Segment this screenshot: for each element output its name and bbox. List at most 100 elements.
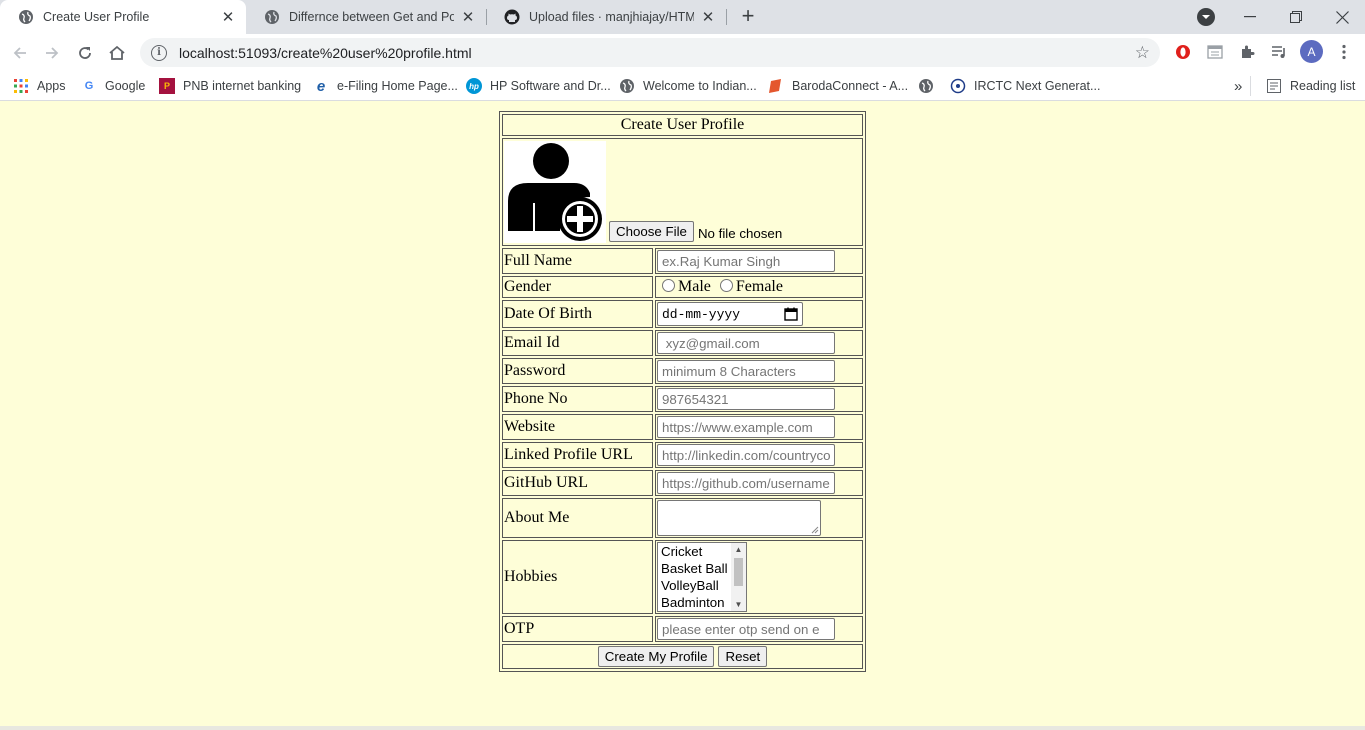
page-bottom-edge	[0, 726, 1365, 730]
bookmark-efiling[interactable]: e e-Filing Home Page...	[313, 76, 458, 96]
address-bar[interactable]: i localhost:51093/create%20user%20profil…	[140, 38, 1160, 67]
github-input[interactable]	[657, 472, 835, 494]
tab-title: Differnce between Get and Post f	[289, 10, 454, 24]
tab-search-button[interactable]	[1197, 8, 1215, 26]
new-tab-button[interactable]: +	[737, 5, 759, 27]
about-me-label: About Me	[502, 498, 653, 538]
email-input[interactable]	[657, 332, 835, 354]
page-content: Create User Profile Choose File No file …	[0, 102, 1365, 730]
bookmark-label: Google	[105, 79, 146, 93]
create-profile-button[interactable]: Create My Profile	[597, 646, 715, 667]
globe-icon	[619, 78, 635, 94]
bookmark-baroda[interactable]: BarodaConnect - A...	[768, 76, 908, 96]
ie-icon: e	[316, 77, 326, 95]
hobbies-listbox[interactable]: Cricket Basket Ball VolleyBall Badminton…	[657, 542, 747, 612]
restore-button[interactable]	[1273, 0, 1319, 34]
phone-cell	[655, 386, 863, 412]
calendar-icon[interactable]	[784, 307, 798, 321]
password-input[interactable]	[657, 360, 835, 382]
website-input[interactable]	[657, 416, 835, 438]
resize-grip-icon[interactable]	[811, 526, 819, 534]
pnb-icon: P	[159, 78, 175, 94]
home-button[interactable]	[105, 41, 129, 65]
password-cell	[655, 358, 863, 384]
arrow-left-icon	[13, 47, 26, 59]
tab-title: Upload files · manjhiajay/HTML-F	[529, 10, 694, 24]
scrollbar-thumb[interactable]	[734, 558, 743, 586]
apps-grid-icon	[13, 78, 29, 94]
otp-input[interactable]	[657, 618, 835, 640]
dob-date-input[interactable]: dd-mm-yyyy	[657, 302, 803, 326]
gender-male-label: Male	[678, 278, 711, 295]
tab-upload-files[interactable]: Upload files · manjhiajay/HTML-F ✕	[486, 0, 726, 34]
bookmark-apps[interactable]: Apps	[13, 76, 66, 96]
listbox-scrollbar[interactable]: ▲ ▼	[731, 543, 746, 611]
bookmark-label: Apps	[37, 79, 66, 93]
forward-button[interactable]	[40, 41, 64, 65]
bookmark-label: Welcome to Indian...	[643, 79, 757, 93]
otp-cell	[655, 616, 863, 642]
minimize-button[interactable]	[1227, 0, 1273, 34]
scroll-up-icon[interactable]: ▲	[731, 545, 746, 554]
close-tab-icon[interactable]: ✕	[220, 9, 236, 26]
website-cell	[655, 414, 863, 440]
bookmark-irctc[interactable]: IRCTC Next Generat...	[950, 76, 1100, 96]
bookmarks-overflow-button[interactable]: »	[1234, 76, 1242, 96]
chevron-down-icon	[1202, 15, 1210, 19]
reload-icon	[79, 47, 91, 59]
close-window-button[interactable]	[1319, 0, 1365, 34]
close-icon	[1335, 10, 1349, 24]
gender-male-radio[interactable]	[662, 279, 675, 292]
media-control-icon[interactable]	[1269, 42, 1289, 62]
bookmark-label: HP Software and Dr...	[490, 79, 611, 93]
irctc-icon	[950, 78, 966, 94]
dob-placeholder: dd-mm-yyyy	[662, 306, 741, 322]
reading-list-icon	[1266, 78, 1282, 94]
create-profile-form: Create User Profile Choose File No file …	[499, 111, 866, 672]
linkedin-input[interactable]	[657, 444, 835, 466]
tab-create-user-profile[interactable]: Create User Profile ✕	[0, 0, 246, 34]
phone-input[interactable]	[657, 388, 835, 410]
full-name-input[interactable]	[657, 250, 835, 272]
no-file-chosen-text: No file chosen	[697, 226, 783, 241]
tab-get-post[interactable]: Differnce between Get and Post f ✕	[246, 0, 486, 34]
bookmark-globe[interactable]	[918, 76, 942, 96]
info-icon[interactable]: i	[151, 44, 167, 61]
calendar-extension-icon[interactable]	[1205, 42, 1225, 62]
linkedin-cell	[655, 442, 863, 468]
globe-icon	[264, 9, 280, 25]
github-label: GitHub URL	[502, 470, 653, 496]
password-label: Password	[502, 358, 653, 384]
browser-toolbar: i localhost:51093/create%20user%20profil…	[0, 34, 1365, 71]
profile-avatar[interactable]: A	[1300, 40, 1323, 63]
back-button[interactable]	[8, 41, 32, 65]
bookmark-hp[interactable]: hp HP Software and Dr...	[466, 76, 611, 96]
opera-extension-icon[interactable]	[1173, 42, 1193, 62]
phone-label: Phone No	[502, 386, 653, 412]
reload-button[interactable]	[73, 41, 97, 65]
otp-label: OTP	[502, 616, 653, 642]
gender-female-radio[interactable]	[719, 279, 733, 292]
scroll-down-icon[interactable]: ▼	[731, 600, 746, 609]
about-me-textarea[interactable]	[657, 500, 821, 536]
reading-list-button[interactable]: Reading list	[1266, 76, 1355, 96]
puzzle-extensions-icon[interactable]	[1237, 42, 1257, 62]
bookmark-google[interactable]: G Google	[81, 76, 146, 96]
tab-strip: Create User Profile ✕ Differnce between …	[0, 0, 1365, 34]
linkedin-label: Linked Profile URL	[502, 442, 653, 468]
bookmark-pnb[interactable]: P PNB internet banking	[159, 76, 301, 96]
gender-label: Gender	[502, 276, 653, 298]
bookmark-welcome-indian[interactable]: Welcome to Indian...	[619, 76, 757, 96]
more-menu-icon[interactable]	[1334, 42, 1354, 62]
choose-file-button[interactable]: Choose File	[609, 221, 694, 242]
close-tab-icon[interactable]: ✕	[700, 9, 716, 26]
about-me-cell	[655, 498, 863, 538]
star-icon[interactable]: ☆	[1135, 43, 1150, 63]
hobbies-label: Hobbies	[502, 540, 653, 614]
home-icon	[109, 45, 125, 60]
close-tab-icon[interactable]: ✕	[460, 9, 476, 26]
bookmark-label: PNB internet banking	[183, 79, 302, 93]
reset-button[interactable]: Reset	[718, 646, 768, 667]
profile-photo-cell: Choose File No file chosen	[502, 138, 863, 246]
address-url: localhost:51093/create%20user%20profile.…	[179, 44, 472, 61]
